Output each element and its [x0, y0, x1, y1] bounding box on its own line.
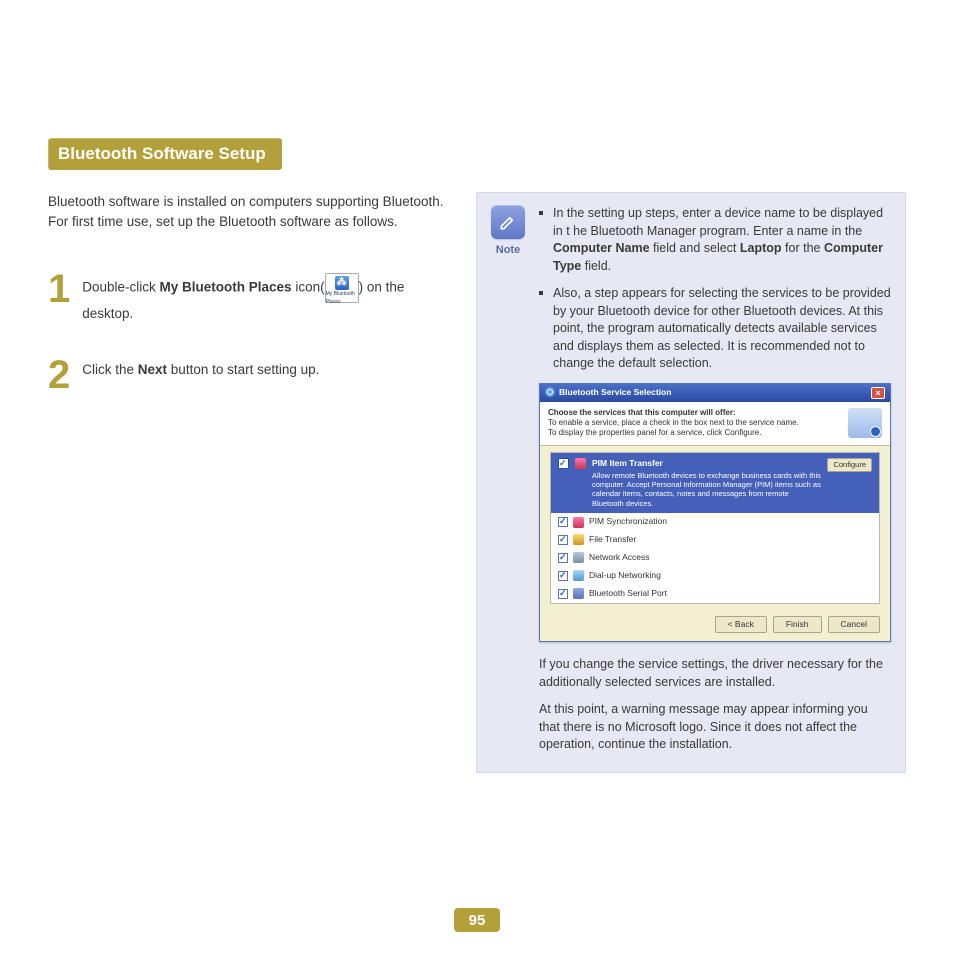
- step-number: 2: [48, 355, 70, 395]
- back-button: < Back: [715, 616, 767, 634]
- note-bullet: Also, a step appears for selecting the s…: [539, 285, 891, 373]
- right-column: Note In the setting up steps, enter a de…: [476, 192, 906, 773]
- note-panel: Note In the setting up steps, enter a de…: [476, 192, 906, 773]
- service-row: PIM Synchronization: [551, 513, 879, 531]
- step-1: 1 Double-click My Bluetooth Places icon(…: [48, 269, 444, 325]
- serial-icon: [573, 588, 584, 599]
- bluetooth-places-icon: ⁂My Bluetooth Places: [325, 273, 359, 303]
- section-title: Bluetooth Software Setup: [48, 138, 282, 170]
- service-row: Dial-up Networking: [551, 567, 879, 585]
- checkbox-icon: [558, 535, 568, 545]
- service-row: File Transfer: [551, 531, 879, 549]
- cancel-button: Cancel: [828, 616, 880, 634]
- checkbox-icon: [558, 517, 568, 527]
- sync-icon: [573, 517, 584, 528]
- page-number: 95: [454, 908, 500, 932]
- step-number: 1: [48, 269, 70, 309]
- checkbox-icon: [558, 458, 569, 469]
- intro-text: Bluetooth software is installed on compu…: [48, 192, 444, 231]
- note-paragraph: If you change the service settings, the …: [539, 656, 891, 691]
- note-paragraph: At this point, a warning message may app…: [539, 701, 891, 754]
- service-row: Network Access: [551, 549, 879, 567]
- finish-button: Finish: [773, 616, 822, 634]
- dialog-screenshot: Bluetooth Service Selection × Choose the…: [539, 383, 891, 643]
- checkbox-icon: [558, 589, 568, 599]
- computer-bluetooth-icon: [848, 408, 882, 438]
- checkbox-icon: [558, 571, 568, 581]
- service-highlighted: PIM Item Transfer Allow remote Bluetooth…: [551, 453, 879, 513]
- close-icon: ×: [871, 387, 885, 399]
- pencil-icon: [491, 205, 525, 239]
- configure-button: Configure: [827, 458, 872, 473]
- step-2: 2 Click the Next button to start setting…: [48, 355, 444, 395]
- left-column: Bluetooth software is installed on compu…: [48, 192, 444, 425]
- folder-icon: [573, 534, 584, 545]
- note-bullet: In the setting up steps, enter a device …: [539, 205, 891, 275]
- note-label: Note: [496, 244, 520, 256]
- bluetooth-icon: [545, 387, 555, 397]
- service-row: Bluetooth Serial Port: [551, 585, 879, 603]
- dialog-title: Bluetooth Service Selection: [559, 387, 671, 397]
- dialup-icon: [573, 570, 584, 581]
- checkbox-icon: [558, 553, 568, 563]
- network-icon: [573, 552, 584, 563]
- pim-icon: [575, 458, 586, 469]
